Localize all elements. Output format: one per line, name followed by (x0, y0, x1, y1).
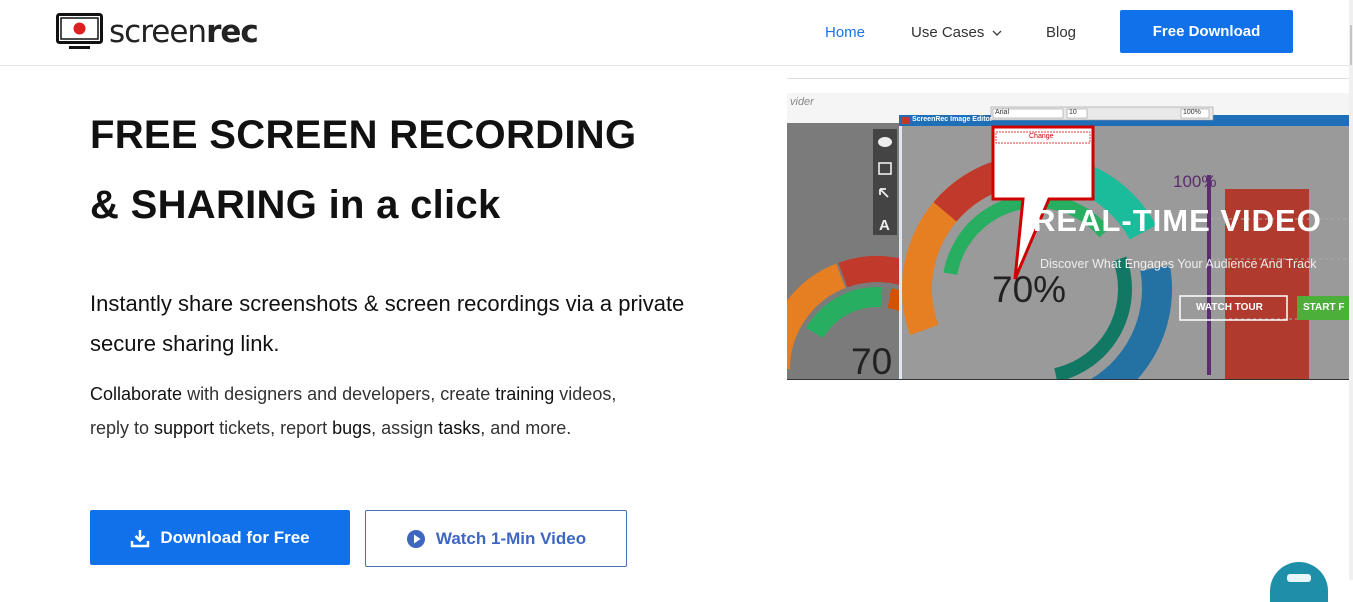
vider-label: vider (790, 96, 814, 108)
hero-title-line2: & SHARING in a click (90, 183, 501, 227)
watch-video-label: Watch 1-Min Video (435, 528, 587, 548)
nav-home[interactable]: Home (825, 24, 865, 41)
hero-description: Collaborate with designers and developer… (90, 384, 617, 438)
chevron-down-icon (992, 30, 1002, 37)
download-for-free-label: Download for Free (160, 527, 310, 547)
callout-text: Change (1029, 133, 1054, 140)
watch-tour-button: WATCH TOUR (1196, 302, 1263, 313)
logo-wordmark: screenrec (109, 14, 259, 50)
page-scrollbar[interactable] (1349, 0, 1353, 580)
scrollbar-thumb[interactable] (1350, 25, 1352, 65)
free-download-button[interactable]: Free Download (1120, 10, 1293, 53)
editor-title: ScreenRec Image Editor (912, 116, 993, 123)
text-tool-icon: A (879, 217, 890, 234)
nav-blog[interactable]: Blog (1046, 24, 1076, 41)
start-free-button: START F (1303, 302, 1345, 313)
nav-use-cases[interactable]: Use Cases (911, 24, 1002, 41)
headline-text: REAL-TIME VIDEO (1033, 203, 1322, 238)
download-icon (131, 529, 150, 547)
font-size-select[interactable]: 10 (1069, 109, 1077, 116)
watch-video-button[interactable]: Watch 1-Min Video (365, 510, 627, 567)
hero-title: FREE SCREEN RECORDING & SHARING in a cli… (90, 100, 730, 240)
font-name-select[interactable]: Arial (995, 109, 1009, 116)
pct-100-label: 100% (1173, 172, 1217, 191)
logo[interactable]: screenrec (56, 13, 259, 51)
hero-subtitle: Instantly share screenshots & screen rec… (90, 291, 685, 356)
hero-title-line1: FREE SCREEN RECORDING (90, 113, 637, 157)
nav-use-cases-label: Use Cases (911, 24, 985, 41)
pct-70b-label: 70 (851, 341, 893, 380)
site-header: screenrec Home Use Cases Blog Free Downl… (0, 0, 1353, 66)
chat-icon (1287, 574, 1311, 582)
zoom-select[interactable]: 100% (1183, 109, 1201, 116)
monitor-record-icon (56, 13, 103, 49)
download-for-free-button[interactable]: Download for Free (90, 510, 350, 565)
chat-widget-button[interactable] (1270, 562, 1328, 602)
product-screenshot: vider ScreenRec Image Editor Arial 10 10… (787, 78, 1349, 380)
tagline-text: Discover What Engages Your Audience And … (1040, 257, 1317, 271)
play-icon (406, 529, 425, 548)
pct-70-label: 70% (992, 269, 1067, 310)
